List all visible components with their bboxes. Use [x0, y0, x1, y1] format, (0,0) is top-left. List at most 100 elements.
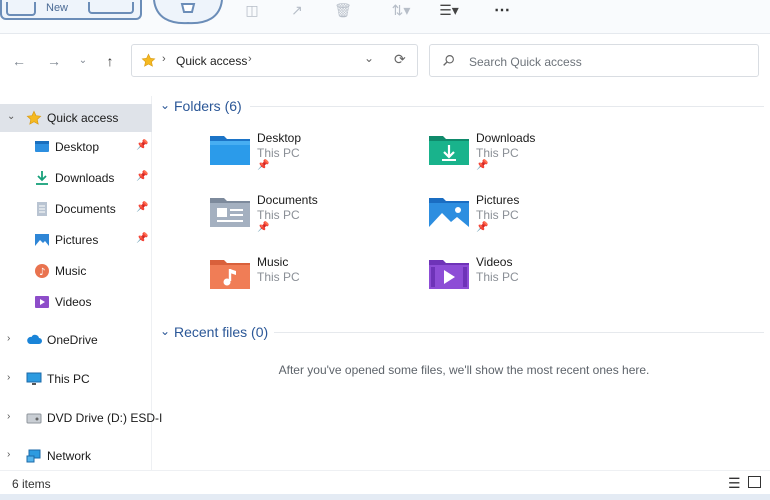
delete-icon[interactable]: 🗑: [333, 1, 353, 19]
more-icon[interactable]: ⋯: [494, 0, 511, 20]
folder-tile-pictures[interactable]: Pictures This PC 📌: [428, 193, 628, 251]
details-view-icon[interactable]: ☰: [728, 475, 741, 492]
chevron-right-icon[interactable]: ›: [7, 449, 10, 460]
sidebar-item-quick-access[interactable]: ⌄ Quick access: [0, 104, 152, 132]
copy-icon[interactable]: ◫: [242, 1, 262, 19]
search-icon: [443, 55, 454, 66]
sidebar-item-label: This PC: [47, 372, 90, 386]
chevron-right-icon[interactable]: ›: [7, 333, 10, 344]
section-title: Recent files (0): [174, 324, 269, 340]
section-title: Folders (6): [174, 98, 242, 114]
view-icon[interactable]: ☰▾: [431, 1, 467, 19]
folder-tile-desktop[interactable]: Desktop This PC 📌: [209, 131, 409, 189]
sidebar-item-desktop[interactable]: Desktop 📌: [0, 133, 152, 161]
folder-location: This PC: [257, 208, 300, 222]
new-icon: [6, 2, 36, 16]
folder-location: This PC: [257, 270, 300, 284]
folder-location: This PC: [476, 146, 519, 160]
cloud-icon: [27, 334, 42, 344]
sidebar-item-videos[interactable]: Videos: [0, 288, 152, 316]
back-icon[interactable]: ←: [10, 52, 28, 70]
sidebar-item-label: DVD Drive (D:) ESD-I: [47, 411, 163, 425]
recent-files-empty-message: After you've opened some files, we'll sh…: [278, 363, 650, 377]
address-bar[interactable]: › Quick access › ⌄ ⟳: [131, 44, 418, 77]
pin-icon: 📌: [257, 160, 270, 171]
pictures-folder-icon: [429, 198, 469, 227]
sidebar-item-downloads[interactable]: Downloads 📌: [0, 164, 152, 192]
forward-icon[interactable]: →: [45, 52, 63, 70]
videos-icon: [35, 296, 49, 308]
star-icon: [26, 110, 42, 125]
sidebar-item-pictures[interactable]: Pictures 📌: [0, 226, 152, 254]
item-count: 6 items: [12, 477, 51, 491]
folder-name: Downloads: [476, 131, 536, 145]
navigation-pane: ⌄ Quick access Desktop 📌 Downloads 📌 Doc…: [0, 96, 162, 470]
sidebar-item-label: Downloads: [55, 171, 115, 185]
folder-tile-downloads[interactable]: Downloads This PC 📌: [428, 131, 628, 189]
recent-locations-icon[interactable]: ⌄: [74, 52, 92, 70]
sidebar-item-this-pc[interactable]: › This PC: [0, 365, 152, 393]
refresh-icon[interactable]: ⟳: [394, 51, 406, 68]
documents-folder-icon: [210, 198, 250, 227]
music-folder-icon: [210, 260, 250, 289]
folder-name: Videos: [476, 255, 513, 269]
downloads-icon: [36, 171, 48, 185]
chevron-right-icon: ›: [162, 53, 166, 65]
search-input[interactable]: Search Quick access: [429, 44, 759, 77]
pin-icon: 📌: [136, 202, 149, 213]
status-bar: 6 items ☰: [0, 470, 770, 494]
chevron-down-icon[interactable]: ⌄: [7, 111, 15, 122]
sidebar-item-onedrive[interactable]: › OneDrive: [0, 326, 152, 354]
share-icon[interactable]: ↗: [287, 1, 307, 19]
pin-icon: 📌: [476, 222, 489, 233]
folder-tile-music[interactable]: Music This PC: [209, 255, 409, 313]
recent-files-section-header[interactable]: ⌄ Recent files (0): [158, 322, 764, 342]
taskbar-edge: [0, 494, 770, 500]
chevron-right-icon[interactable]: ›: [248, 53, 252, 65]
folder-name: Documents: [257, 193, 318, 207]
section-divider: [274, 332, 764, 333]
sidebar-item-label: Music: [55, 264, 87, 278]
folder-name: Music: [257, 255, 289, 269]
breadcrumb[interactable]: Quick access: [176, 54, 247, 68]
chevron-down-icon[interactable]: ⌄: [160, 324, 170, 338]
chevron-right-icon[interactable]: ›: [7, 411, 10, 422]
dvd-icon: [26, 413, 42, 424]
pictures-icon: [35, 234, 49, 246]
music-icon: ♪: [35, 264, 49, 278]
sidebar-item-label: Videos: [55, 295, 92, 309]
desktop-icon: [35, 141, 49, 152]
folder-name: Pictures: [476, 193, 520, 207]
downloads-folder-icon: [429, 136, 469, 165]
sort-icon[interactable]: ⇅▾: [384, 1, 418, 19]
highlight-blob-icon: [153, 0, 223, 25]
folder-location: This PC: [476, 270, 519, 284]
sidebar-item-label: Documents: [55, 202, 116, 216]
network-icon: [26, 449, 41, 463]
pin-icon: 📌: [257, 222, 270, 233]
monitor-icon: [26, 372, 42, 385]
sidebar-item-network[interactable]: › Network: [0, 442, 152, 470]
search-placeholder: Search Quick access: [469, 55, 582, 69]
documents-icon: [37, 202, 47, 216]
chevron-down-icon[interactable]: ⌄: [160, 98, 170, 112]
folder-location: This PC: [257, 146, 300, 160]
pin-icon: 📌: [136, 233, 149, 244]
chevron-down-icon[interactable]: ⌄: [364, 51, 374, 65]
folders-section-header[interactable]: ⌄ Folders (6): [158, 96, 764, 116]
sidebar-item-dvd-drive[interactable]: › DVD Drive (D:) ESD-I: [0, 404, 162, 432]
command-bar: New ◫ ↗ 🗑 ⇅▾ ☰▾ ⋯: [0, 0, 770, 34]
large-icons-view-icon[interactable]: [748, 476, 761, 488]
up-icon[interactable]: ↑: [101, 52, 119, 70]
folder-tile-videos[interactable]: Videos This PC: [428, 255, 628, 313]
sidebar-item-documents[interactable]: Documents 📌: [0, 195, 152, 223]
chevron-right-icon[interactable]: ›: [7, 372, 10, 383]
new-button[interactable]: New: [0, 0, 142, 20]
sidebar-item-label: Desktop: [55, 140, 100, 154]
sidebar-item-label: Pictures: [55, 233, 99, 247]
sidebar-item-music[interactable]: ♪ Music: [0, 257, 152, 285]
folder-tile-documents[interactable]: Documents This PC 📌: [209, 193, 409, 251]
sidebar-item-label: Network: [47, 449, 92, 463]
sidebar-item-label: OneDrive: [47, 333, 98, 347]
new-button-label: New: [46, 2, 69, 14]
